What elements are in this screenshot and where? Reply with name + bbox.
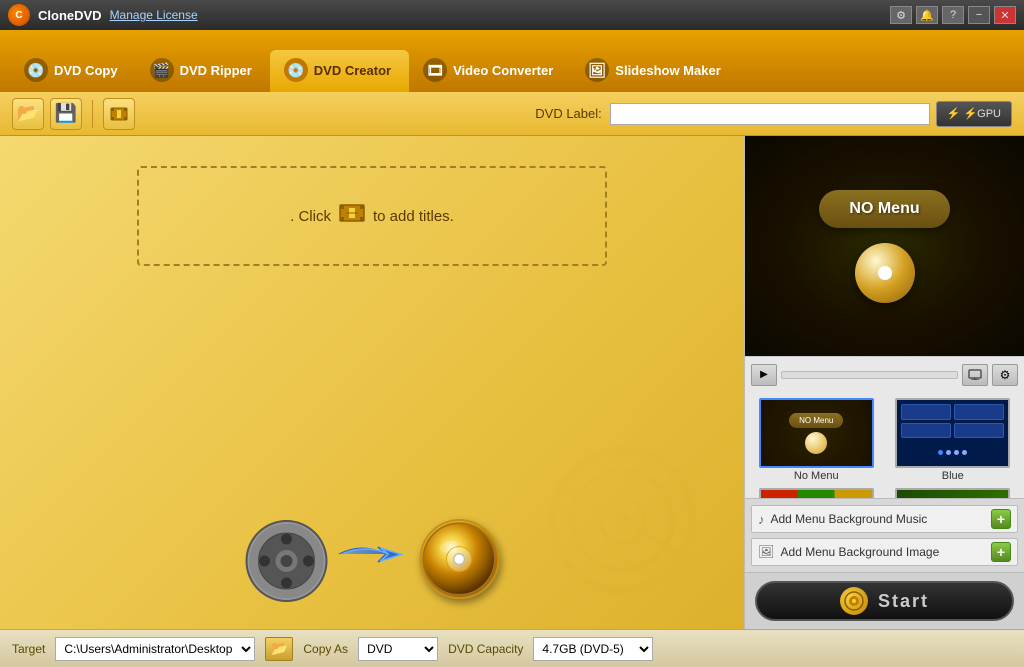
gpu-btn[interactable]: ⚡ ⚡GPU [936, 101, 1012, 127]
tab-video-converter-label: Video Converter [453, 63, 553, 78]
preview-area: NO Menu [745, 136, 1024, 356]
minimize-btn[interactable]: − [968, 6, 990, 24]
title-bar: C CloneDVD Manage License ⚙ 🔔 ? − ✕ [0, 0, 1024, 30]
template-blue[interactable]: Blue [888, 398, 1019, 482]
browse-folder-btn[interactable]: 📂 [265, 637, 293, 661]
template-no-menu-thumb: NO Menu [759, 398, 874, 468]
target-select[interactable]: C:\Users\Administrator\Desktop [55, 637, 255, 661]
template-green[interactable]: Green [888, 488, 1019, 498]
settings-window-btn[interactable]: ⚙ [890, 6, 912, 24]
progress-bar[interactable] [781, 371, 958, 379]
conversion-illustration [245, 519, 500, 599]
copy-as-label: Copy As [303, 642, 348, 656]
template-no-menu[interactable]: NO Menu No Menu [751, 398, 882, 482]
music-icon: ♪ [758, 512, 765, 527]
close-btn[interactable]: ✕ [994, 6, 1016, 24]
template-green-thumb [895, 488, 1010, 498]
tab-dvd-copy-label: DVD Copy [54, 63, 118, 78]
status-bar: Target C:\Users\Administrator\Desktop 📂 … [0, 629, 1024, 667]
play-icon: ▶ [760, 369, 768, 380]
start-btn-icon [840, 587, 868, 615]
tab-dvd-creator[interactable]: 💿 DVD Creator [270, 50, 409, 92]
drop-hint2-text: to add titles. [373, 208, 454, 225]
title-bar-left: C CloneDVD Manage License [8, 4, 198, 26]
logo-text: C [15, 10, 22, 21]
add-music-row[interactable]: ♪ Add Menu Background Music + [751, 505, 1018, 533]
add-music-label: Add Menu Background Music [771, 512, 986, 526]
app-title: CloneDVD [38, 8, 102, 23]
add-music-btn[interactable]: + [991, 509, 1011, 529]
playback-settings-icon: ⚙ [1000, 368, 1011, 382]
preview-disc-center [878, 266, 892, 280]
main-area: . Click to add titles. [0, 136, 1024, 629]
slideshow-maker-icon: 🖼 [585, 58, 609, 82]
start-btn-area: Start [745, 572, 1024, 629]
drop-area-icon [339, 202, 365, 230]
start-btn-label: Start [878, 591, 929, 612]
copy-as-select[interactable]: DVD Blu-ray ISO [358, 637, 438, 661]
add-image-row[interactable]: 🖼 Add Menu Background Image + [751, 538, 1018, 566]
image-icon: 🖼 [758, 544, 775, 560]
menu-templates: NO Menu No Menu [745, 392, 1024, 498]
template-blue-thumb [895, 398, 1010, 468]
gpu-icon: ⚡ [947, 107, 961, 120]
preview-disc [855, 243, 915, 303]
manage-license-link[interactable]: Manage License [110, 8, 198, 22]
app-logo: C [8, 4, 30, 26]
add-image-label: Add Menu Background Image [781, 545, 985, 559]
nav-tabs: 💿 DVD Copy 🎬 DVD Ripper 💿 DVD Creator 🎞 … [0, 30, 1024, 92]
tab-dvd-ripper-label: DVD Ripper [180, 63, 252, 78]
tab-video-converter[interactable]: 🎞 Video Converter [409, 50, 571, 92]
dvd-label-text: DVD Label: [535, 106, 601, 121]
tab-dvd-ripper[interactable]: 🎬 DVD Ripper [136, 50, 270, 92]
arrow-icon [336, 532, 408, 587]
screen-icon [968, 369, 982, 380]
preview-bg: NO Menu [745, 136, 1024, 356]
dvd-copy-icon: 💿 [24, 58, 48, 82]
playback-settings-btn[interactable]: ⚙ [992, 364, 1018, 386]
dvd-label-input[interactable] [610, 103, 930, 125]
capacity-select[interactable]: 4.7GB (DVD-5) 8.5GB (DVD-9) 25GB (BD-25) [533, 637, 653, 661]
start-btn[interactable]: Start [755, 581, 1014, 621]
right-panel: NO Menu ▶ ⚙ [744, 136, 1024, 629]
preview-no-menu-label: NO Menu [819, 190, 949, 228]
target-label: Target [12, 642, 45, 656]
dvd-disc-icon [420, 519, 500, 599]
dvd-label-area: DVD Label: [535, 103, 929, 125]
title-bar-controls: ⚙ 🔔 ? − ✕ [890, 6, 1016, 24]
save-btn[interactable]: 💾 [50, 98, 82, 130]
dvd-ripper-icon: 🎬 [150, 58, 174, 82]
screen-btn[interactable] [962, 364, 988, 386]
toolbar-divider [92, 100, 93, 128]
film-icon [110, 105, 128, 123]
drop-hint-text: . Click [290, 208, 331, 225]
capacity-label: DVD Capacity [448, 642, 523, 656]
template-no-menu-label: No Menu [794, 470, 839, 482]
notify-btn[interactable]: 🔔 [916, 6, 938, 24]
open-btn[interactable]: 📂 [12, 98, 44, 130]
template-blue-label: Blue [942, 470, 964, 482]
add-image-btn[interactable]: + [991, 542, 1011, 562]
playback-controls: ▶ ⚙ [745, 356, 1024, 392]
right-bottom: ♪ Add Menu Background Music + 🖼 Add Menu… [745, 498, 1024, 572]
template-colorful-thumb [759, 488, 874, 498]
tab-dvd-creator-label: DVD Creator [314, 63, 391, 78]
film-reel-icon [245, 519, 325, 599]
drop-area[interactable]: . Click to add titles. [137, 166, 607, 266]
tab-dvd-copy[interactable]: 💿 DVD Copy [10, 50, 136, 92]
dvd-creator-icon: 💿 [284, 58, 308, 82]
watermark [506, 422, 742, 632]
play-btn[interactable]: ▶ [751, 364, 777, 386]
tab-slideshow-maker-label: Slideshow Maker [615, 63, 720, 78]
gpu-label: ⚡GPU [963, 107, 1001, 120]
video-converter-icon: 🎞 [423, 58, 447, 82]
tab-slideshow-maker[interactable]: 🖼 Slideshow Maker [571, 50, 738, 92]
toolbar: 📂 💾 DVD Label: ⚡ ⚡GPU [0, 92, 1024, 136]
help-btn[interactable]: ? [942, 6, 964, 24]
template-colorful[interactable]: Colorful [751, 488, 882, 498]
left-panel: . Click to add titles. [0, 136, 744, 629]
add-title-btn[interactable] [103, 98, 135, 130]
